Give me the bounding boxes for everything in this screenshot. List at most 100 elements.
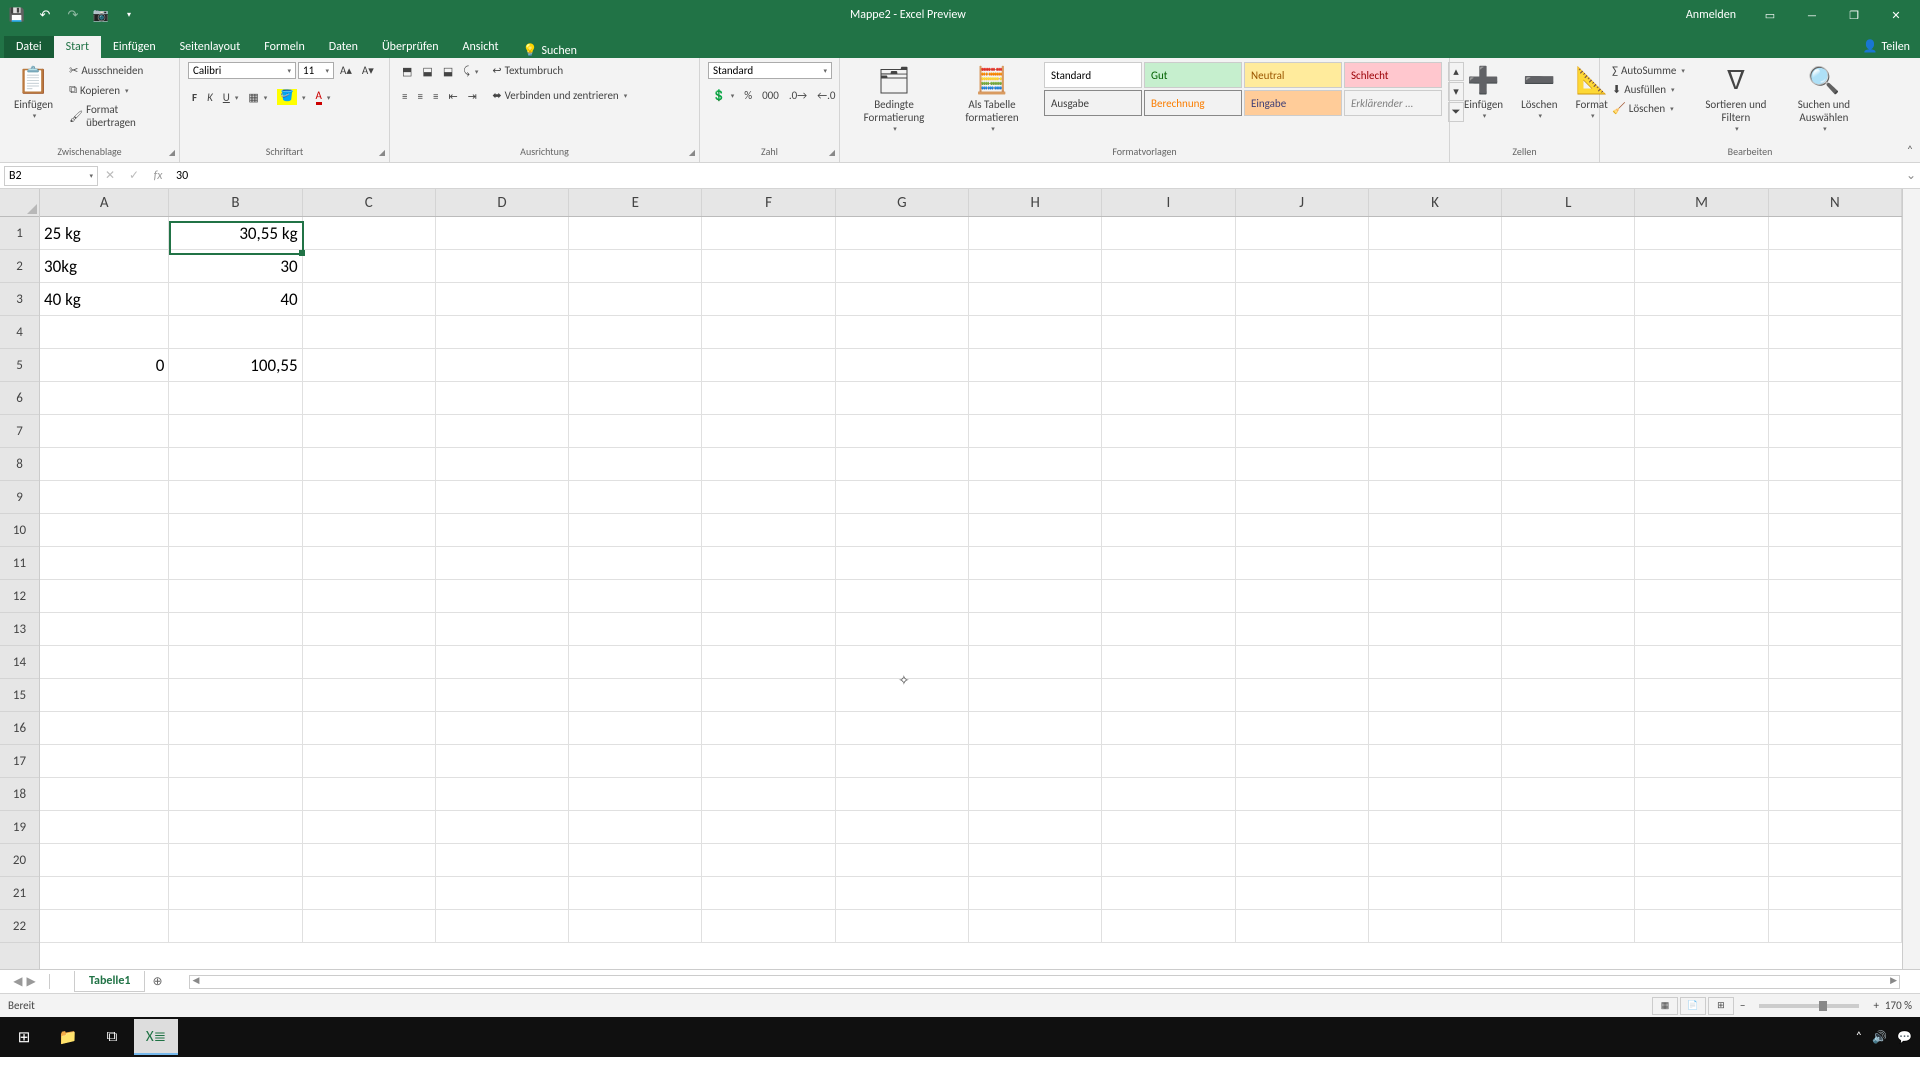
- zoom-out-icon[interactable]: −: [1740, 999, 1745, 1012]
- cell-J5[interactable]: [1236, 349, 1369, 382]
- cell-K17[interactable]: [1369, 745, 1502, 778]
- cell-C7[interactable]: [303, 415, 436, 448]
- launcher-icon[interactable]: ◢: [169, 148, 175, 158]
- cell-H6[interactable]: [969, 382, 1102, 415]
- cell-F14[interactable]: [702, 646, 835, 679]
- cell-K5[interactable]: [1369, 349, 1502, 382]
- cell-K16[interactable]: [1369, 712, 1502, 745]
- cell-E20[interactable]: [569, 844, 702, 877]
- cell-L18[interactable]: [1502, 778, 1635, 811]
- cell-B21[interactable]: [169, 877, 302, 910]
- cell-M12[interactable]: [1635, 580, 1768, 613]
- cell-B7[interactable]: [169, 415, 302, 448]
- cell-N12[interactable]: [1769, 580, 1902, 613]
- row-header-20[interactable]: 20: [0, 844, 39, 877]
- wrap-text-button[interactable]: ↩Textumbruch: [488, 62, 631, 79]
- cell-N16[interactable]: [1769, 712, 1902, 745]
- cell-M1[interactable]: [1635, 217, 1768, 250]
- cell-E4[interactable]: [569, 316, 702, 349]
- cell-H3[interactable]: [969, 283, 1102, 316]
- col-header-I[interactable]: I: [1102, 189, 1235, 216]
- cell-D7[interactable]: [436, 415, 569, 448]
- orientation-icon[interactable]: ⤹▾: [459, 62, 482, 80]
- column-headers[interactable]: ABCDEFGHIJKLMN: [40, 189, 1902, 217]
- cell-C10[interactable]: [303, 514, 436, 547]
- cell-K22[interactable]: [1369, 910, 1502, 943]
- cell-B4[interactable]: [169, 316, 302, 349]
- cell-M5[interactable]: [1635, 349, 1768, 382]
- cell-M20[interactable]: [1635, 844, 1768, 877]
- redo-icon[interactable]: ↷: [60, 3, 86, 27]
- cell-B20[interactable]: [169, 844, 302, 877]
- ribbon-display-icon[interactable]: ▭: [1750, 0, 1790, 30]
- cell-A17[interactable]: [40, 745, 169, 778]
- cell-G9[interactable]: [836, 481, 969, 514]
- row-header-13[interactable]: 13: [0, 613, 39, 646]
- row-header-8[interactable]: 8: [0, 448, 39, 481]
- cell-K2[interactable]: [1369, 250, 1502, 283]
- font-name-select[interactable]: Calibri▾: [188, 62, 296, 79]
- cell-K4[interactable]: [1369, 316, 1502, 349]
- cell-L1[interactable]: [1502, 217, 1635, 250]
- row-header-10[interactable]: 10: [0, 514, 39, 547]
- style-neutral[interactable]: Neutral: [1244, 62, 1342, 88]
- cell-E10[interactable]: [569, 514, 702, 547]
- cell-F1[interactable]: [702, 217, 835, 250]
- cell-K21[interactable]: [1369, 877, 1502, 910]
- cell-L10[interactable]: [1502, 514, 1635, 547]
- close-icon[interactable]: ✕: [1876, 0, 1916, 30]
- cell-L22[interactable]: [1502, 910, 1635, 943]
- inc-decimal-icon[interactable]: .0→: [785, 87, 811, 104]
- cell-J22[interactable]: [1236, 910, 1369, 943]
- row-header-21[interactable]: 21: [0, 877, 39, 910]
- cell-F16[interactable]: [702, 712, 835, 745]
- sort-filter-button[interactable]: ᐁSortieren und Filtern▾: [1695, 62, 1777, 135]
- cell-E18[interactable]: [569, 778, 702, 811]
- cell-C16[interactable]: [303, 712, 436, 745]
- zoom-in-icon[interactable]: +: [1873, 999, 1878, 1012]
- cell-D14[interactable]: [436, 646, 569, 679]
- cell-F3[interactable]: [702, 283, 835, 316]
- cell-H9[interactable]: [969, 481, 1102, 514]
- cell-M7[interactable]: [1635, 415, 1768, 448]
- cell-F19[interactable]: [702, 811, 835, 844]
- cell-F13[interactable]: [702, 613, 835, 646]
- cell-B14[interactable]: [169, 646, 302, 679]
- currency-icon[interactable]: 💲▾: [708, 87, 738, 104]
- cell-B1[interactable]: 30,55 kg: [169, 217, 302, 250]
- dec-decimal-icon[interactable]: ←.0: [813, 87, 839, 104]
- system-tray[interactable]: ˄🔊💬: [1856, 1030, 1918, 1045]
- cell-G4[interactable]: [836, 316, 969, 349]
- cell-H8[interactable]: [969, 448, 1102, 481]
- cell-N21[interactable]: [1769, 877, 1902, 910]
- cell-N14[interactable]: [1769, 646, 1902, 679]
- cell-K15[interactable]: [1369, 679, 1502, 712]
- cell-N1[interactable]: [1769, 217, 1902, 250]
- cell-L13[interactable]: [1502, 613, 1635, 646]
- cell-D15[interactable]: [436, 679, 569, 712]
- cell-C3[interactable]: [303, 283, 436, 316]
- camera-icon[interactable]: 📷: [88, 3, 114, 27]
- cell-J6[interactable]: [1236, 382, 1369, 415]
- cond-format-button[interactable]: 🗂Bedingte Formatierung▾: [848, 62, 940, 135]
- cell-K7[interactable]: [1369, 415, 1502, 448]
- cell-E14[interactable]: [569, 646, 702, 679]
- cell-I10[interactable]: [1102, 514, 1235, 547]
- cell-A2[interactable]: 30kg: [40, 250, 169, 283]
- tab-data[interactable]: Daten: [317, 36, 370, 58]
- cell-L5[interactable]: [1502, 349, 1635, 382]
- cell-A15[interactable]: [40, 679, 169, 712]
- cell-J1[interactable]: [1236, 217, 1369, 250]
- cell-H13[interactable]: [969, 613, 1102, 646]
- cell-H21[interactable]: [969, 877, 1102, 910]
- sign-in-link[interactable]: Anmelden: [1674, 8, 1748, 22]
- clear-button[interactable]: 🧹Löschen▾: [1608, 100, 1689, 117]
- cell-D8[interactable]: [436, 448, 569, 481]
- view-normal-icon[interactable]: ▦: [1652, 997, 1678, 1015]
- cell-L7[interactable]: [1502, 415, 1635, 448]
- row-header-7[interactable]: 7: [0, 415, 39, 448]
- cell-M22[interactable]: [1635, 910, 1768, 943]
- cell-E9[interactable]: [569, 481, 702, 514]
- cell-I4[interactable]: [1102, 316, 1235, 349]
- cell-L8[interactable]: [1502, 448, 1635, 481]
